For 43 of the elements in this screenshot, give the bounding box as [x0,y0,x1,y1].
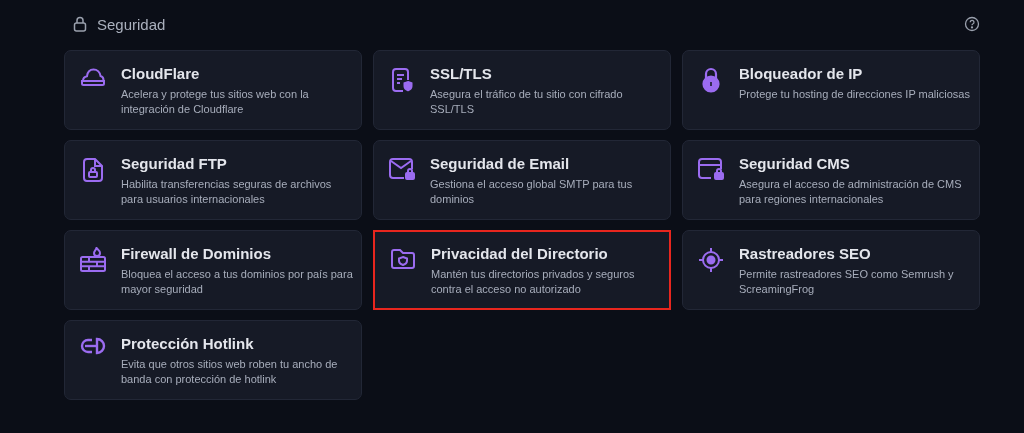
card-description: Habilita transferencias seguras de archivos para usuarios internacionales [121,177,333,207]
card-description: Protege tu hosting de direcciones IP maliciosas [739,87,970,102]
browser-lock-icon [697,157,725,181]
feature-card[interactable]: CloudFlare Acelera y protege tus sitios web con la integración de Cloudflare [64,50,362,130]
card-title: Rastreadores SEO [739,245,872,262]
card-description: Bloquea el acceso a tus dominios por país para mayor seguridad [121,267,353,297]
card-description: Mantén tus directorios privados y seguros contra el acceso no autorizado [431,267,636,297]
folder-shield-icon [390,247,416,271]
file-lock-icon [82,157,104,183]
feature-card[interactable]: Seguridad CMS Asegura el acceso de administración de CMS para regiones internacionales [682,140,980,220]
cloud-icon [80,67,106,87]
card-title: Protección Hotlink [121,335,255,352]
feature-card[interactable]: Seguridad FTP Habilita transferencias seguras de archivos para usuarios internacionales [64,140,362,220]
feature-card[interactable]: Seguridad de Email Gestiona el acceso global SMTP para tus dominios [373,140,671,220]
card-title: Bloqueador de IP [739,65,864,82]
feature-card[interactable]: SSL/TLS Asegura el tráfico de tu sitio con cifrado SSL/TLS [373,50,671,130]
target-icon [698,247,724,273]
card-title: Privacidad del Directorio [431,245,609,262]
card-description: Asegura el acceso de administración de CMS para regiones internacionales [739,177,963,207]
card-title: Seguridad de Email [430,155,571,172]
card-title: Seguridad FTP [121,155,228,172]
mail-lock-icon [388,157,416,181]
card-title: CloudFlare [121,65,201,82]
card-description: Evita que otros sitios web roben tu ancho de banda con protección de hotlink [121,357,339,387]
lock-icon [73,16,87,32]
feature-card[interactable]: Privacidad del Directorio Mantén tus directorios privados y seguros contra el acceso no autorizado [373,230,671,310]
card-title: Seguridad CMS [739,155,851,172]
card-description: Asegura el tráfico de tu sitio con cifrado SSL/TLS [430,87,624,117]
help-icon[interactable] [964,16,980,32]
section-title: Seguridad [97,15,166,33]
card-description: Gestiona el acceso global SMTP para tus dominios [430,177,634,207]
padlock-icon [701,67,721,93]
firewall-icon [79,247,107,273]
feature-card[interactable]: Rastreadores SEO Permite rastreadores SEO como Semrush y ScreamingFrog [682,230,980,310]
card-title: SSL/TLS [430,65,493,82]
feature-card[interactable]: Bloqueador de IP Protege tu hosting de direcciones IP maliciosas [682,50,980,130]
card-title: Firewall de Dominios [121,245,273,262]
card-description: Acelera y protege tus sitios web con la integración de Cloudflare [121,87,310,117]
feature-card[interactable]: Firewall de Dominios Bloquea el acceso a tus dominios por país para mayor seguridad [64,230,362,310]
link-icon [79,337,107,355]
card-description: Permite rastreadores SEO como Semrush y ScreamingFrog [739,267,955,297]
certificate-icon [391,67,413,93]
feature-card[interactable]: Protección Hotlink Evita que otros sitios web roben tu ancho de banda con protección de hotlink [64,320,362,400]
